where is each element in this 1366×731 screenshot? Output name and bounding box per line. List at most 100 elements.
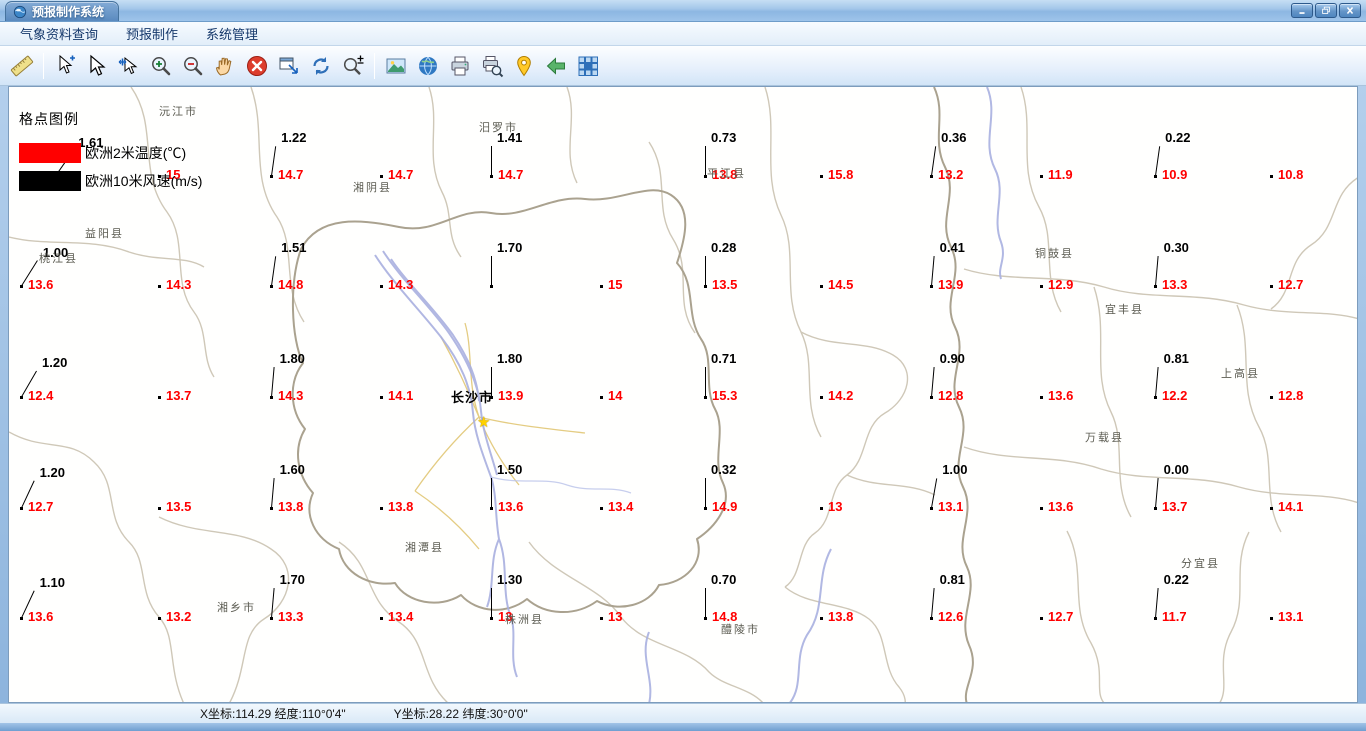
grid-point-dot [158,617,161,620]
export-extent-icon [279,57,298,74]
temperature-value: 13.8 [278,499,304,514]
grid-point-dot [1040,507,1043,510]
wind-speed-value: 1.80 [279,351,305,367]
measure-ruler-button[interactable] [6,50,38,82]
wind-speed-value: 0.28 [711,240,737,255]
legend-label-temperature: 欧洲2米温度(℃) [85,145,187,161]
temperature-value: 13.5 [166,499,192,514]
zoom-out-button[interactable] [177,50,209,82]
legend-label-wind: 欧洲10米风速(m/s) [85,173,203,189]
temperature-value: 13.5 [712,277,738,292]
menu-bar: 气象资料查询 预报制作 系统管理 [0,22,1366,46]
wind-speed-value: 1.51 [281,240,307,256]
menu-forecast-production[interactable]: 预报制作 [112,21,192,46]
grid-point-dot [1040,617,1043,620]
grid-point-dot [600,396,603,399]
grid-point-dot [380,507,383,510]
temperature-value: 13.2 [166,609,192,624]
grid-point-dot [380,396,383,399]
wind-barb [270,256,276,287]
grid-point-dot [158,396,161,399]
pointer-arrow-button[interactable] [81,50,113,82]
wind-barb [270,146,276,177]
right-frame [1358,86,1366,703]
pan-select-cursor-button[interactable] [113,50,145,82]
temperature-value: 13.3 [278,609,304,624]
temperature-value: 12.7 [1278,277,1304,292]
status-y-coordinate: Y坐标:28.22 纬度:30°0'0" [393,707,528,721]
close-icon [1346,7,1354,14]
restore-button[interactable] [1315,3,1337,18]
grid-tiles-icon [578,56,598,76]
image-icon [386,58,406,73]
temperature-value: 15 [608,277,623,292]
temperature-value: 13.8 [712,167,738,182]
grid-point-dot [1040,175,1043,178]
temperature-value: 12.8 [1278,388,1304,403]
back-arrow-button[interactable] [540,50,572,82]
wind-barb [490,367,492,397]
wind-speed-value: 0.90 [939,351,965,367]
wind-speed-value: 1.22 [281,130,307,146]
refresh-button[interactable] [305,50,337,82]
legend-title: 格点图例 [19,111,79,127]
pan-hand-button[interactable] [209,50,241,82]
print-preview-icon [483,55,504,77]
temperature-value: 12.4 [28,388,54,403]
wind-speed-value: 1.00 [42,244,69,260]
grid-tiles-button[interactable] [572,50,604,82]
location-pin-button[interactable] [508,50,540,82]
temperature-value: 13.4 [608,499,634,514]
wind-barb [704,367,706,397]
close-button[interactable] [1339,3,1361,18]
temperature-value: 14.7 [278,167,304,182]
grid-point-dot [158,285,161,288]
temperature-value: 13.6 [28,609,54,624]
wind-speed-value: 0.73 [711,130,737,145]
back-arrow-icon [546,56,565,75]
grid-legend: 格点图例 欧洲2米温度(℃) 欧洲10米风速(m/s) [19,109,202,199]
measure-ruler-icon [10,55,34,76]
cancel-button[interactable] [241,50,273,82]
grid-point-dot [1270,507,1273,510]
temperature-value: 13.8 [828,609,854,624]
temperature-value: 13 [828,499,843,514]
wind-speed-value: 0.81 [939,572,965,588]
wind-speed-value: 0.22 [1165,130,1191,146]
wind-barb [270,478,275,509]
status-x-coordinate: X坐标:114.29 经度:110°0'4" [200,707,346,721]
zoom-scale-button[interactable] [337,50,369,82]
wind-speed-value: 0.71 [711,351,737,366]
temperature-value: 13.3 [1162,277,1188,292]
grid-point-dot [820,507,823,510]
map-area[interactable]: 1.61 15 14.7 1.22 14.7 14.7 1.41 13.8 0.73 15.8 13… [8,86,1358,703]
wind-swatch [19,171,81,191]
temperature-value: 14.8 [712,609,738,624]
temperature-value: 13.6 [28,277,54,292]
export-extent-button[interactable] [273,50,305,82]
minimize-button[interactable] [1291,3,1313,18]
grid-point-dot [820,617,823,620]
menu-system-management[interactable]: 系统管理 [192,21,272,46]
wind-barb [704,478,706,508]
grid-point-dot [600,617,603,620]
temperature-value: 13.1 [938,499,964,514]
zoom-out-icon [184,56,203,75]
wind-speed-value: 1.50 [497,462,523,477]
image-button[interactable] [380,50,412,82]
print-button[interactable] [444,50,476,82]
wind-speed-value: 0.00 [1163,462,1189,478]
globe-button[interactable] [412,50,444,82]
city-star: ★ [477,414,491,431]
app-window: 预报制作系统 气象资料查询 预报制作 系统管理 1.61 15 14.7 1.2… [0,0,1366,731]
wind-speed-value: 1.20 [42,355,68,371]
select-plus-cursor-button[interactable] [49,50,81,82]
wind-barb [490,588,492,618]
print-preview-button[interactable] [476,50,508,82]
map-row: 1.61 15 14.7 1.22 14.7 14.7 1.41 13.8 0.73 15.8 13… [0,86,1366,703]
toolbar-separator [374,52,375,79]
wind-barb [1154,256,1159,287]
grid-point-dot [1270,285,1273,288]
zoom-in-button[interactable] [145,50,177,82]
menu-weather-data-query[interactable]: 气象资料查询 [6,21,112,46]
